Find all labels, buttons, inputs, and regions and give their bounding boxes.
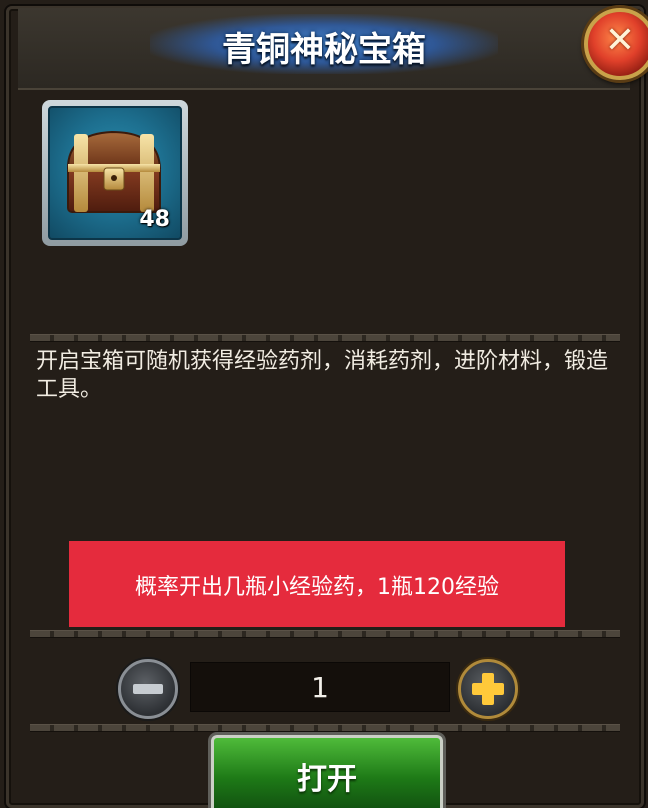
divider-top — [30, 334, 620, 342]
item-count: 48 — [139, 207, 170, 232]
open-button[interactable]: 打开 — [211, 735, 443, 808]
increase-quantity-button[interactable] — [458, 659, 518, 719]
decrease-quantity-button[interactable] — [118, 659, 178, 719]
dialog-window: 青铜神秘宝箱 ✕ 48 开启宝箱可随机获得经验药剂，消耗药剂，进阶材料，锻造工具… — [0, 0, 648, 808]
open-button-label: 打开 — [297, 762, 357, 797]
item-slot[interactable]: 48 — [42, 100, 188, 246]
item-description: 开启宝箱可随机获得经验药剂，消耗药剂，进阶材料，锻造工具。 — [36, 349, 609, 402]
divider-middle — [30, 630, 620, 638]
annotation-banner: 概率开出几瓶小经验药，1瓶120经验 — [69, 541, 565, 627]
dialog-title: 青铜神秘宝箱 — [222, 30, 426, 70]
plus-icon-vertical — [482, 673, 494, 705]
close-button[interactable]: ✕ — [584, 8, 648, 80]
quantity-value: 1 — [311, 671, 329, 704]
minus-icon — [133, 684, 163, 694]
divider-bottom — [30, 724, 620, 732]
close-icon: ✕ — [604, 20, 636, 61]
annotation-text: 概率开出几瓶小经验药，1瓶120经验 — [135, 575, 499, 600]
quantity-field[interactable]: 1 — [190, 662, 450, 712]
item-icon-frame: 48 — [48, 106, 182, 240]
